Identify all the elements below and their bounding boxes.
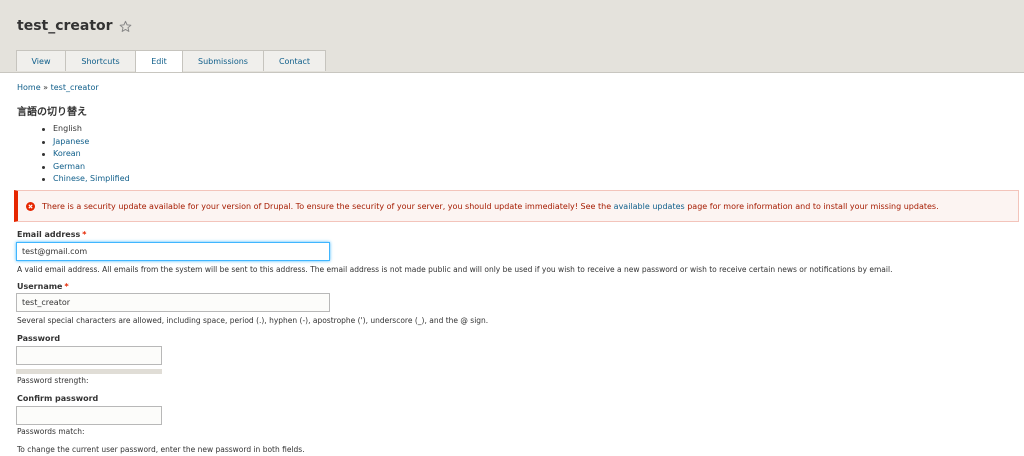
email-description: A valid email address. All emails from t… — [17, 265, 893, 274]
tab-contact[interactable]: Contact — [263, 50, 326, 71]
language-item-german: German — [42, 161, 130, 174]
email-label: Email address * — [17, 230, 86, 239]
language-link-japanese[interactable]: Japanese — [53, 137, 89, 146]
language-item-english: English — [42, 123, 130, 136]
security-alert: There is a security update available for… — [14, 190, 1019, 222]
language-link-korean[interactable]: Korean — [53, 149, 81, 158]
email-label-text: Email address — [17, 230, 81, 239]
star-icon[interactable] — [119, 20, 132, 33]
breadcrumb-current-link[interactable]: test_creator — [51, 83, 99, 92]
error-icon — [26, 201, 35, 211]
language-link-german[interactable]: German — [53, 162, 85, 171]
password-help-text: To change the current user password, ent… — [17, 445, 305, 454]
page-title: test_creator — [17, 18, 113, 34]
email-field[interactable]: test@gmail.com — [16, 242, 330, 261]
username-field[interactable]: test_creator — [16, 293, 330, 312]
username-description: Several special characters are allowed, … — [17, 316, 489, 325]
username-field-value: test_creator — [22, 298, 71, 307]
tab-submissions[interactable]: Submissions — [182, 50, 264, 71]
alert-text-after: page for more information and to install… — [684, 201, 939, 211]
tab-view[interactable]: View — [16, 50, 66, 71]
language-item-japanese: Japanese — [42, 136, 130, 149]
breadcrumb-home-link[interactable]: Home — [17, 83, 41, 92]
primary-tabs: View Shortcuts Edit Submissions Contact — [16, 50, 326, 72]
language-switcher-heading: 言語の切り替え — [17, 107, 87, 118]
alert-message: There is a security update available for… — [42, 202, 939, 211]
username-label-text: Username — [17, 282, 63, 291]
tab-shortcuts[interactable]: Shortcuts — [65, 50, 136, 71]
required-marker: * — [82, 230, 87, 239]
confirm-password-field[interactable] — [16, 406, 162, 425]
passwords-match-label: Passwords match: — [17, 427, 85, 436]
language-item-korean: Korean — [42, 148, 130, 161]
password-strength-bar — [16, 369, 162, 374]
title-row: test_creator — [17, 18, 132, 34]
password-strength-label: Password strength: — [17, 376, 89, 385]
available-updates-link[interactable]: available updates — [614, 202, 685, 211]
password-label: Password — [17, 334, 61, 343]
password-field[interactable] — [16, 346, 162, 365]
language-item-chinese-simplified: Chinese, Simplified — [42, 173, 130, 186]
language-list: English Japanese Korean German Chinese, … — [42, 123, 130, 186]
email-field-value: test@gmail.com — [22, 247, 88, 256]
language-link-chinese-simplified[interactable]: Chinese, Simplified — [53, 174, 130, 183]
breadcrumb-separator: » — [40, 83, 51, 92]
username-label: Username * — [17, 282, 69, 291]
required-marker: * — [64, 282, 69, 291]
page-header: test_creator View Shortcuts Edit Submiss… — [0, 0, 1024, 73]
breadcrumb: Home » test_creator — [17, 83, 99, 92]
tab-edit[interactable]: Edit — [135, 50, 183, 72]
alert-text-before: There is a security update available for… — [42, 201, 614, 211]
confirm-password-label: Confirm password — [17, 394, 99, 403]
